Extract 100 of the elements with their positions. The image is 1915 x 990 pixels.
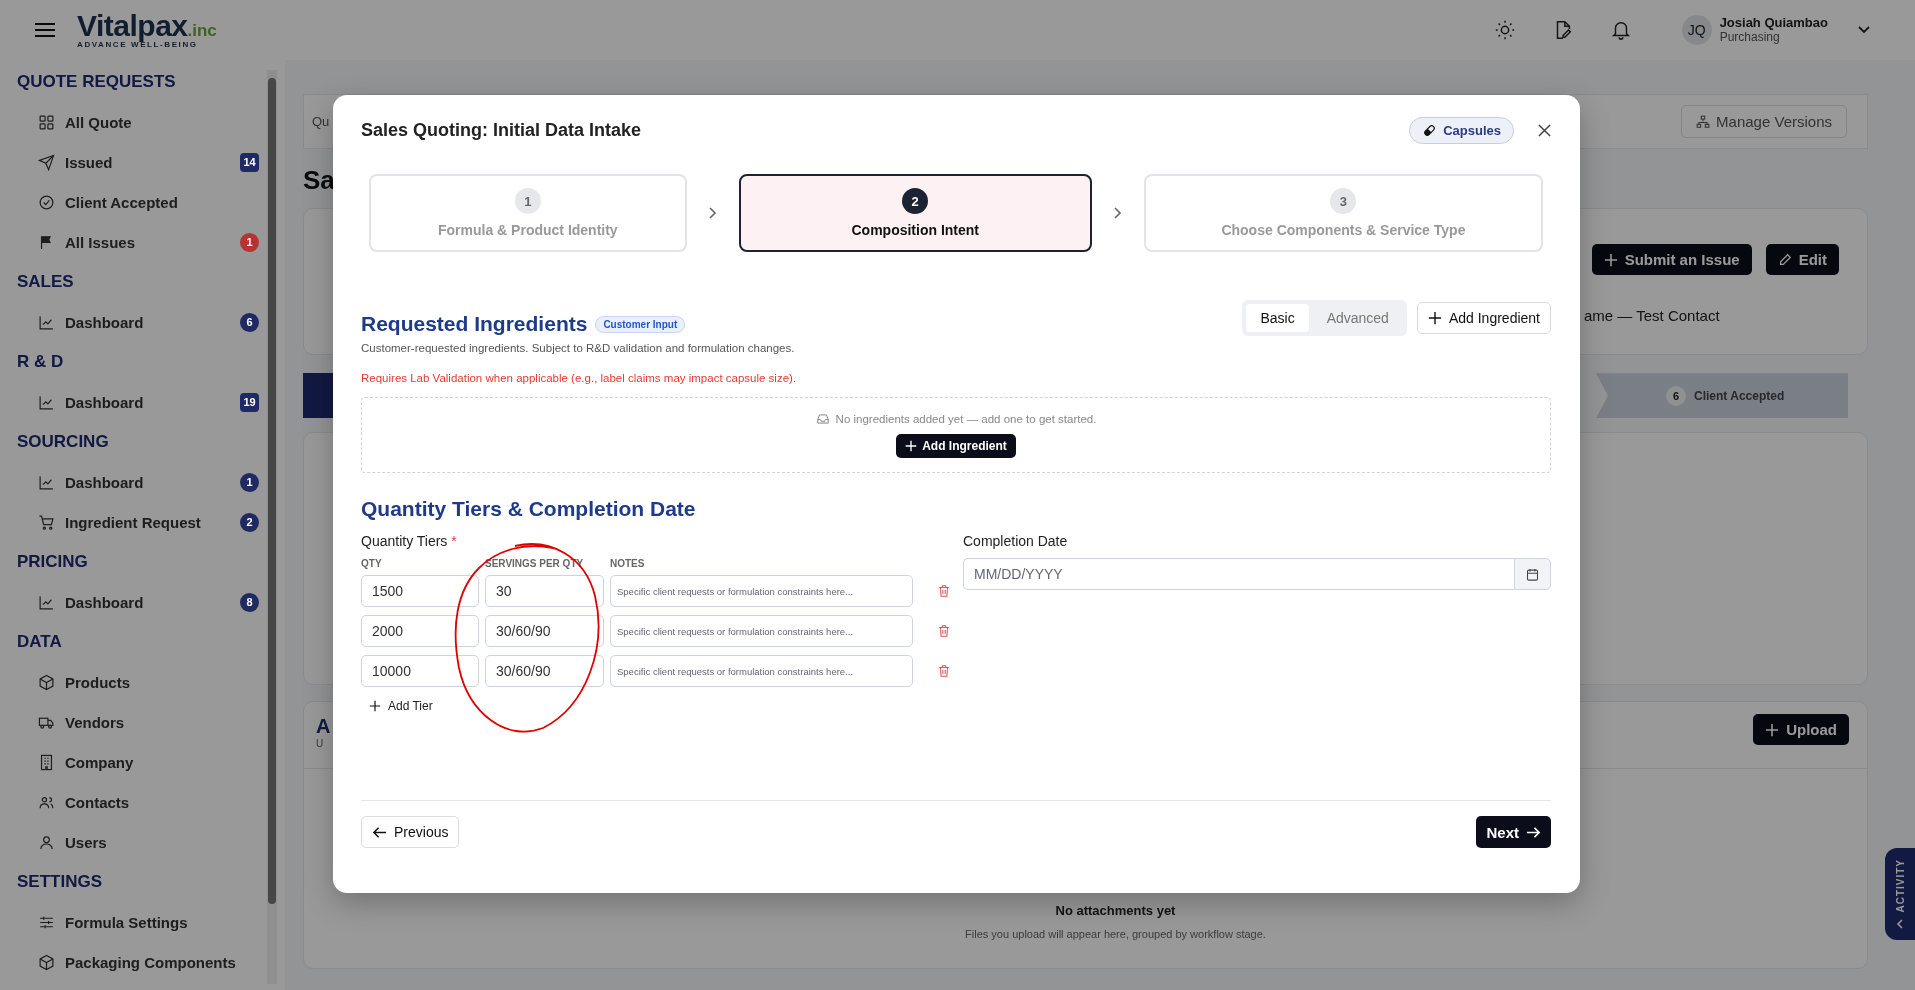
sidebar-item[interactable]: Dashboard 8 (0, 582, 267, 622)
sidebar-item[interactable]: Contacts (0, 782, 267, 822)
sidebar-item[interactable]: Users (0, 822, 267, 862)
plus-icon (1427, 311, 1442, 325)
count-badge: 6 (240, 312, 259, 332)
sidebar-item[interactable]: Issued 14 (0, 142, 267, 182)
quantity-field[interactable]: 10000 (361, 655, 479, 687)
view-toggle-option[interactable]: Advanced (1312, 304, 1403, 332)
chevron-right-icon (708, 207, 717, 219)
add-ingredient-button[interactable]: Add Ingredient (896, 434, 1016, 458)
add-ingredient-button[interactable]: Add Ingredient (1416, 302, 1551, 334)
count-badge: 8 (240, 592, 259, 612)
cube-icon (38, 953, 55, 971)
validation-warning: Requires Lab Validation when applicable (e.g., label claims may impact capsule size). (361, 372, 798, 384)
submit-issue-button[interactable]: Submit an Issue (1591, 244, 1752, 276)
empty-text: Files you upload will appear here, grouped by workflow stage. (965, 928, 1266, 941)
chart-icon (38, 313, 55, 331)
section-description: Customer-requested ingredients. Subject to R&D validation and formulation changes. (361, 342, 795, 354)
next-button[interactable]: Next (1476, 816, 1551, 848)
notes-field[interactable]: Specific client requests or formulation constraints here... (610, 655, 913, 687)
chevron-left-icon (1895, 918, 1905, 929)
servings-field[interactable]: 30 (485, 575, 604, 607)
quantity-field[interactable]: 1500 (361, 575, 479, 607)
sidebar-item[interactable]: Vendors (0, 702, 267, 742)
activity-tab[interactable]: ACTIVITY (1885, 848, 1915, 940)
plus-icon (905, 440, 918, 452)
pencil-icon (1777, 252, 1792, 267)
sidebar-item[interactable]: Ingredient Request 2 (0, 502, 267, 542)
customer-input-badge: Customer Input (595, 315, 686, 333)
chevron-right-icon (1113, 207, 1122, 219)
send-icon (38, 153, 55, 171)
sun-icon[interactable] (1493, 19, 1516, 41)
servings-field[interactable]: 30/60/90 (485, 615, 604, 647)
page-tab[interactable]: Qu (312, 114, 330, 129)
section-title: Requested Ingredients (361, 312, 588, 336)
sidebar-item[interactable]: All Issues 1 (0, 222, 267, 262)
section-title: Quantity Tiers & Completion Date (361, 497, 697, 521)
inbox-icon (815, 412, 830, 426)
contact-text: ame — Test Contact (1584, 307, 1720, 325)
servings-field[interactable]: 30/60/90 (485, 655, 604, 687)
sidebar-item[interactable]: All Quote (0, 102, 267, 142)
chevron-down-icon[interactable] (1858, 26, 1870, 34)
date-field[interactable]: MM/DD/YYYY (963, 558, 1514, 590)
user-name: Josiah Quiambao (1719, 15, 1828, 31)
plus-icon (1603, 252, 1618, 267)
stage-segment (303, 373, 333, 419)
notes-field[interactable]: Specific client requests or formulation constraints here... (610, 575, 913, 607)
chart-icon (38, 593, 55, 611)
empty-title: No attachments yet (1055, 903, 1176, 919)
sidebar-item[interactable]: Packaging Components (0, 942, 267, 982)
sidebar-item[interactable]: Products (0, 662, 267, 702)
stage-segment[interactable]: 6 Client Accepted (1596, 373, 1848, 419)
check-circle-icon (38, 193, 55, 211)
step-tab[interactable]: 1 Formula & Product Identity (369, 174, 687, 252)
capsule-icon (1422, 122, 1438, 138)
section-heading: SOURCING (16, 431, 110, 453)
close-icon[interactable] (1538, 123, 1551, 137)
sidebar-item[interactable]: Formula Settings (0, 902, 267, 942)
grid-icon (38, 113, 55, 131)
sidebar-item[interactable]: Dashboard 6 (0, 302, 267, 342)
section-heading: PRICING (16, 551, 89, 573)
column-header: QTY (361, 558, 383, 569)
sidebar-item[interactable]: Dashboard 19 (0, 382, 267, 422)
page-title: Sa (303, 165, 336, 197)
quantity-field[interactable]: 2000 (361, 615, 479, 647)
sidebar-item[interactable]: Client Accepted (0, 182, 267, 222)
building-icon (38, 753, 55, 771)
section-heading: DATA (16, 631, 63, 653)
add-tier-button[interactable]: Add Tier (361, 695, 441, 717)
step-tab[interactable]: 3 Choose Components & Service Type (1143, 174, 1543, 252)
calendar-icon[interactable] (1514, 558, 1551, 590)
count-badge: 1 (240, 472, 259, 492)
count-badge: 1 (240, 232, 259, 252)
previous-button[interactable]: Previous (361, 816, 460, 848)
notes-field[interactable]: Specific client requests or formulation constraints here... (610, 615, 913, 647)
edit-button[interactable]: Edit (1765, 244, 1839, 276)
view-toggle-option[interactable]: Basic (1246, 304, 1309, 332)
chart-icon (38, 393, 55, 411)
scrollbar[interactable] (267, 70, 277, 984)
sidebar-item[interactable]: Company (0, 742, 267, 782)
logo[interactable]: Vitalpax.inc ADVANCE WELL-BEING (77, 11, 217, 49)
chart-icon (38, 473, 55, 491)
step-tab[interactable]: 2 Composition Intent (738, 174, 1092, 252)
user-avatar[interactable]: JQ (1681, 15, 1712, 45)
section-heading: R & D (16, 351, 65, 373)
cube-icon (38, 673, 55, 691)
hierarchy-icon (1696, 114, 1711, 129)
cart-icon (38, 513, 55, 531)
empty-message: No ingredients added yet — add one to get started. (835, 413, 1097, 425)
product-tag: Capsules (1409, 116, 1514, 144)
count-badge: 2 (240, 512, 259, 532)
menu-icon[interactable] (35, 23, 55, 37)
field-label: Quantity Tiers (361, 533, 448, 549)
user-icon (38, 833, 55, 851)
sidebar-item[interactable]: Dashboard 1 (0, 462, 267, 502)
section-heading: SETTINGS (16, 871, 103, 893)
manage-versions-button[interactable]: Manage Versions (1681, 105, 1847, 138)
user-role: Purchasing (1719, 30, 1780, 45)
count-badge: 19 (240, 392, 259, 412)
upload-button[interactable]: Upload (1753, 714, 1849, 746)
